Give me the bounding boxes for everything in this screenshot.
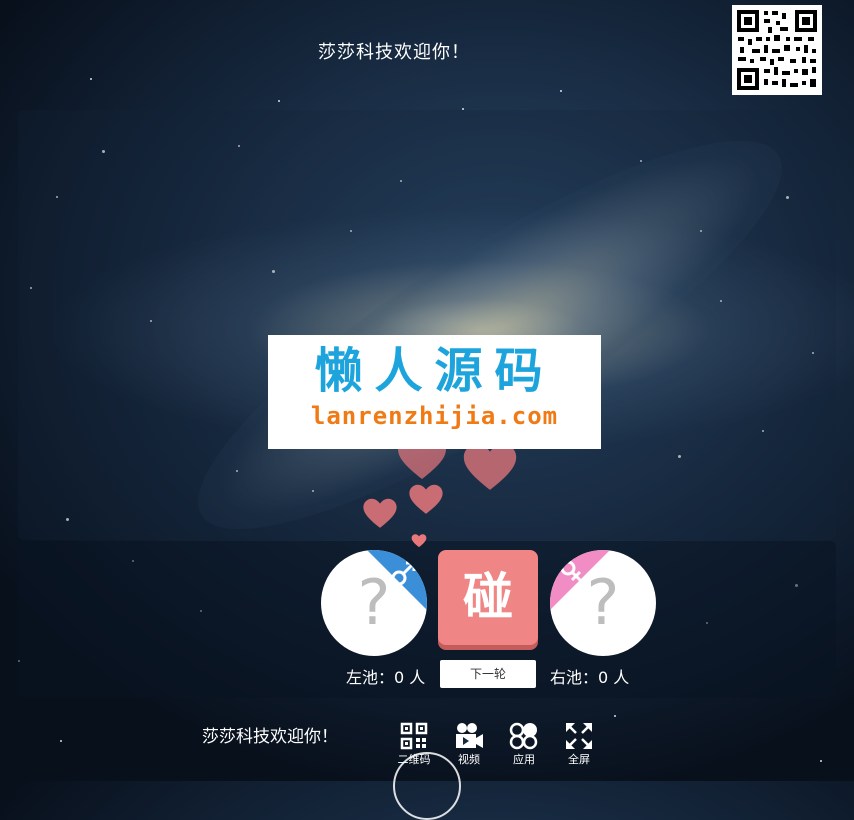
control-panel <box>18 541 836 698</box>
heart-icon <box>363 498 397 528</box>
heart-icon <box>411 534 427 548</box>
heart-icon <box>463 444 517 490</box>
left-avatar-slot[interactable]: ? <box>321 550 427 656</box>
right-avatar-slot[interactable]: ? <box>550 550 656 656</box>
heart-icon <box>409 484 443 514</box>
next-round-button[interactable]: 下一轮 <box>440 660 536 688</box>
qr-code-icon <box>400 722 428 750</box>
qr-code-image <box>732 5 822 95</box>
apps-icon <box>509 722 538 750</box>
footer-apps-label: 应用 <box>513 753 535 766</box>
watermark-url: lanrenzhijia.com <box>310 402 559 430</box>
right-pool-count: 右池：0 人 <box>550 668 630 687</box>
left-pool-count: 左池：0 人 <box>346 668 426 687</box>
fullscreen-icon <box>566 723 592 749</box>
footer-fullscreen-button[interactable]: 全屏 <box>557 722 601 767</box>
video-camera-icon <box>456 723 483 748</box>
female-symbol-icon <box>550 550 610 610</box>
clock-icon <box>393 752 461 820</box>
watermark-banner: 懒人源码 lanrenzhijia.com <box>268 335 601 449</box>
male-symbol-icon <box>367 550 427 610</box>
footer-fullscreen-label: 全屏 <box>568 753 590 766</box>
footer-welcome: 莎莎科技欢迎你！ <box>202 727 338 747</box>
page-title: 莎莎科技欢迎你！ <box>318 42 470 63</box>
footer-video-button[interactable]: 视频 <box>447 722 491 767</box>
footer-apps-button[interactable]: 应用 <box>502 722 546 767</box>
bump-button[interactable]: 碰 <box>438 550 538 645</box>
watermark-title: 懒人源码 <box>314 343 555 399</box>
